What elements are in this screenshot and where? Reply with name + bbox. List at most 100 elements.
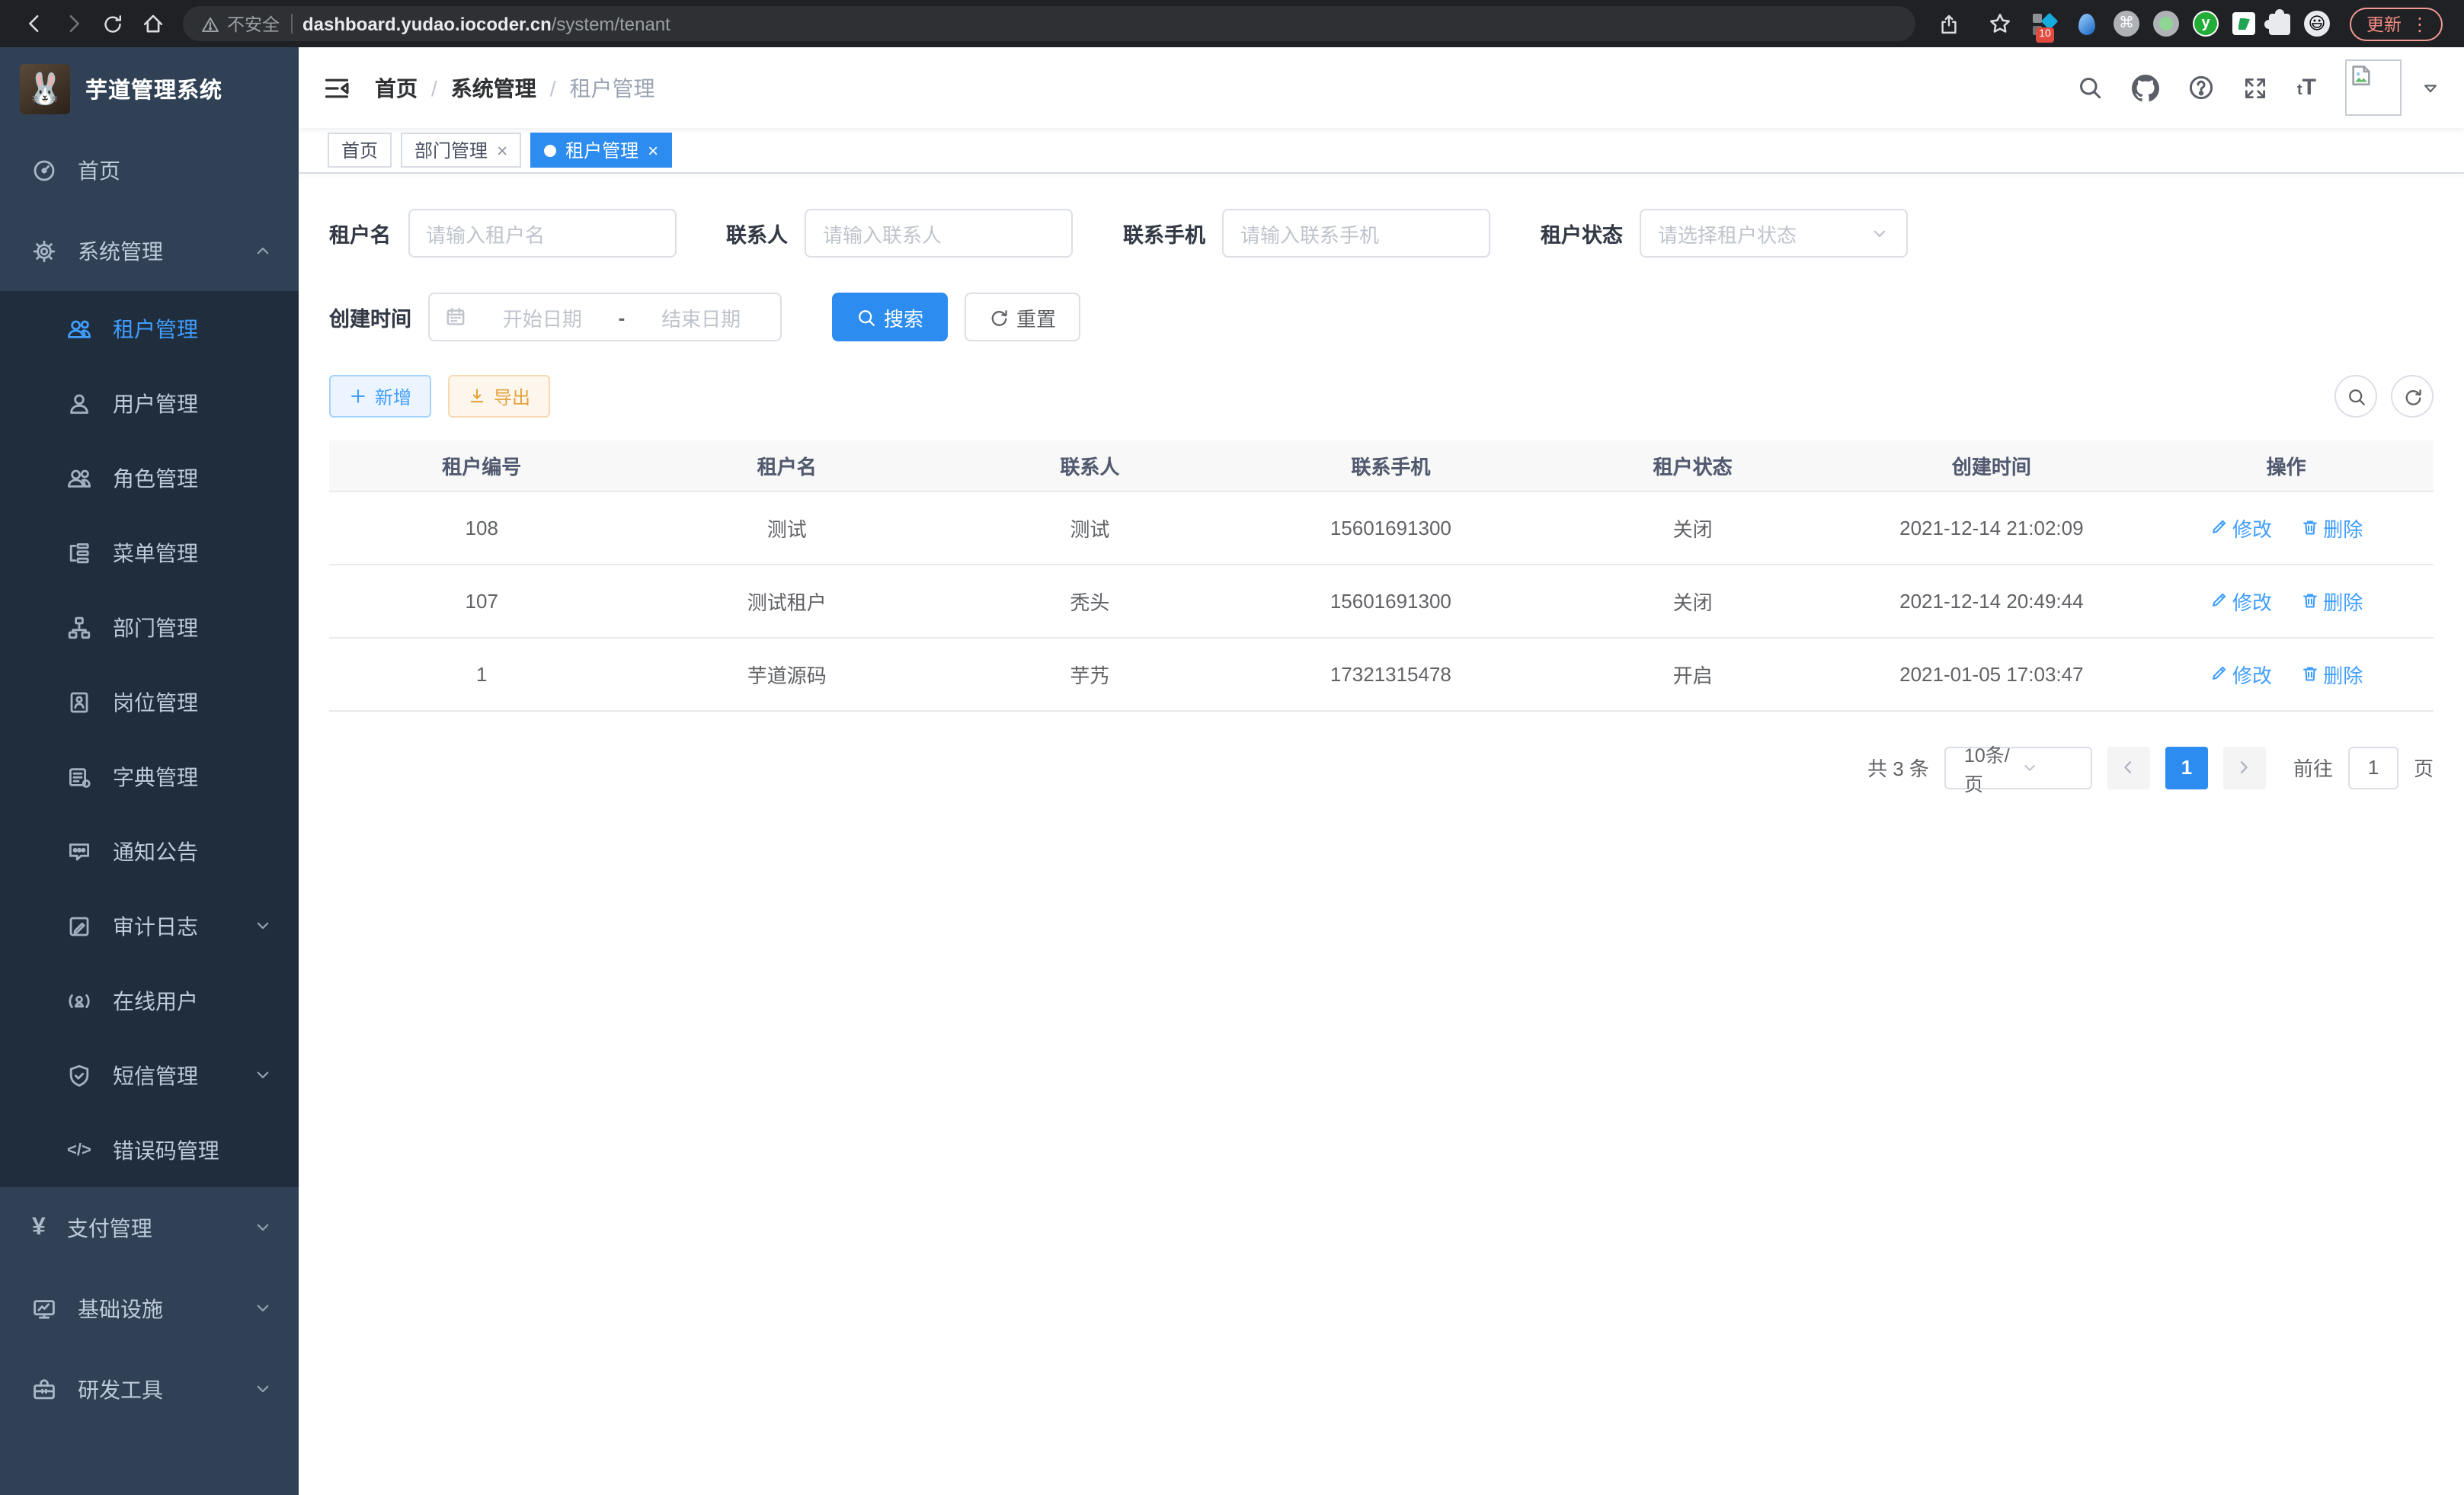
- help-icon[interactable]: [2189, 75, 2215, 101]
- bookmark-star-icon[interactable]: [1981, 5, 2018, 42]
- date-range-input[interactable]: 开始日期 - 结束日期: [428, 293, 782, 341]
- extension-dot-icon[interactable]: [2153, 11, 2179, 37]
- tab-home[interactable]: 首页: [328, 133, 392, 168]
- browser-reload-icon[interactable]: [94, 5, 131, 42]
- extension-balloon-icon[interactable]: [2072, 10, 2100, 37]
- sidebar-item-post[interactable]: 岗位管理: [0, 664, 299, 739]
- extension-blocks-icon[interactable]: 10: [2031, 10, 2059, 37]
- search-button[interactable]: 搜索: [832, 293, 948, 341]
- tab-dept[interactable]: 部门管理 ×: [401, 133, 521, 168]
- sidebar-item-errcode[interactable]: </> 错误码管理: [0, 1112, 299, 1187]
- sidebar-item-role[interactable]: 角色管理: [0, 440, 299, 515]
- extension-command-icon[interactable]: ⌘: [2114, 11, 2139, 37]
- edit-pencil-icon: [2210, 591, 2228, 610]
- chevron-right-icon: [2235, 757, 2254, 777]
- monitor-icon: [32, 1296, 56, 1321]
- sidebar-item-user[interactable]: 用户管理: [0, 366, 299, 440]
- dashboard-icon: [32, 158, 56, 182]
- breadcrumb: 首页 / 系统管理 / 租户管理: [375, 72, 655, 103]
- sidebar-item-sms[interactable]: 短信管理: [0, 1038, 299, 1112]
- sidebar-item-dict[interactable]: 字典管理: [0, 739, 299, 814]
- goto-page-input[interactable]: [2348, 746, 2398, 789]
- search-icon: [2346, 386, 2366, 406]
- close-icon[interactable]: ×: [497, 141, 507, 159]
- filter-row-2: 创建时间 开始日期 - 结束日期 搜索 重置: [329, 293, 2434, 341]
- reset-button[interactable]: 重置: [965, 293, 1080, 341]
- sidebar-collapse-icon[interactable]: [323, 74, 350, 101]
- browser-home-icon[interactable]: [134, 5, 171, 42]
- sidebar-item-online-user[interactable]: 在线用户: [0, 963, 299, 1038]
- tenant-name-input[interactable]: 请输入租户名: [408, 209, 676, 258]
- next-page-button[interactable]: [2223, 746, 2266, 789]
- share-icon[interactable]: [1931, 5, 1967, 42]
- refresh-icon: [2402, 386, 2422, 406]
- close-icon[interactable]: ×: [648, 141, 658, 159]
- gear-icon: [32, 238, 56, 263]
- page-size-select[interactable]: 10条/页: [1944, 746, 2092, 789]
- contact-input[interactable]: 请输入联系人: [805, 209, 1073, 258]
- add-button[interactable]: 新增: [329, 375, 431, 418]
- sidebar-item-pay[interactable]: ¥ 支付管理: [0, 1187, 299, 1268]
- edit-link[interactable]: 修改: [2210, 513, 2272, 542]
- browser-back-icon[interactable]: [15, 5, 52, 42]
- tab-tenant[interactable]: 租户管理 ×: [530, 133, 672, 168]
- url-divider: [290, 14, 292, 34]
- sidebar-logo[interactable]: 🐰 芋道管理系统: [0, 47, 299, 130]
- extension-y-icon[interactable]: y: [2193, 11, 2219, 37]
- col-mobile: 联系手机: [1240, 440, 1541, 491]
- breadcrumb-home[interactable]: 首页: [375, 72, 418, 103]
- mobile-input[interactable]: 请输入联系手机: [1222, 209, 1490, 258]
- security-chip[interactable]: 不安全: [201, 11, 280, 36]
- profile-avatar-icon[interactable]: 😃: [2304, 11, 2330, 37]
- chevron-down-icon: [2021, 758, 2078, 776]
- delete-link[interactable]: 删除: [2300, 586, 2363, 615]
- chevron-down-icon: [253, 916, 273, 936]
- prev-page-button[interactable]: [2107, 746, 2150, 789]
- breadcrumb-section[interactable]: 系统管理: [451, 72, 536, 103]
- chevron-down-icon: [253, 1379, 273, 1399]
- delete-link[interactable]: 删除: [2300, 513, 2363, 542]
- edit-pencil-icon: [2210, 664, 2228, 683]
- table-row: 107 测试租户 秃头 15601691300 关闭 2021-12-14 20…: [329, 564, 2434, 637]
- refresh-table-button[interactable]: [2391, 375, 2434, 418]
- users-icon: [67, 316, 91, 341]
- sidebar-item-system[interactable]: 系统管理: [0, 210, 299, 291]
- toggle-search-button[interactable]: [2334, 375, 2377, 418]
- table-row: 108 测试 测试 15601691300 关闭 2021-12-14 21:0…: [329, 491, 2434, 564]
- delete-link[interactable]: 删除: [2300, 659, 2363, 688]
- url-text[interactable]: dashboard.yudao.iocoder.cn/system/tenant: [302, 13, 670, 34]
- sidebar-item-tenant[interactable]: 租户管理: [0, 291, 299, 366]
- current-page-button[interactable]: 1: [2165, 746, 2208, 789]
- browser-menu-dots-icon[interactable]: ⋮: [2411, 14, 2429, 33]
- breadcrumb-separator: /: [431, 75, 437, 100]
- font-size-icon[interactable]: tT: [2297, 76, 2316, 99]
- sidebar-item-home[interactable]: 首页: [0, 130, 299, 210]
- search-icon[interactable]: [2078, 75, 2104, 101]
- export-button[interactable]: 导出: [448, 375, 550, 418]
- table-header-row: 租户编号 租户名 联系人 联系手机 租户状态 创建时间 操作: [329, 440, 2434, 491]
- sidebar-item-audit-log[interactable]: 审计日志: [0, 888, 299, 963]
- browser-update-button[interactable]: 更新 ⋮: [2350, 7, 2443, 40]
- sidebar-item-notice[interactable]: 通知公告: [0, 814, 299, 888]
- address-bar[interactable]: 不安全 dashboard.yudao.iocoder.cn/system/te…: [183, 6, 1915, 41]
- col-actions: 操作: [2139, 440, 2434, 491]
- browser-forward-icon[interactable]: [55, 5, 91, 42]
- col-created: 创建时间: [1845, 440, 2139, 491]
- sidebar-item-dept[interactable]: 部门管理: [0, 590, 299, 664]
- github-icon[interactable]: [2133, 74, 2160, 101]
- edit-link[interactable]: 修改: [2210, 659, 2272, 688]
- chevron-left-icon: [2119, 757, 2139, 777]
- extension-badge: 10: [2036, 27, 2054, 42]
- extension-leaf-icon[interactable]: [2232, 12, 2255, 35]
- sidebar-item-menu[interactable]: 菜单管理: [0, 515, 299, 590]
- avatar[interactable]: [2345, 59, 2402, 116]
- date-separator: -: [619, 306, 626, 328]
- edit-link[interactable]: 修改: [2210, 586, 2272, 615]
- fullscreen-icon[interactable]: [2244, 75, 2268, 100]
- sidebar-item-infra[interactable]: 基础设施: [0, 1268, 299, 1349]
- extensions-puzzle-icon[interactable]: [2269, 13, 2290, 34]
- sidebar-item-devtool[interactable]: 研发工具: [0, 1349, 299, 1429]
- edit-log-icon: [67, 914, 91, 938]
- avatar-caret-down-icon[interactable]: [2421, 78, 2440, 97]
- status-select[interactable]: 请选择租户状态: [1640, 209, 1908, 258]
